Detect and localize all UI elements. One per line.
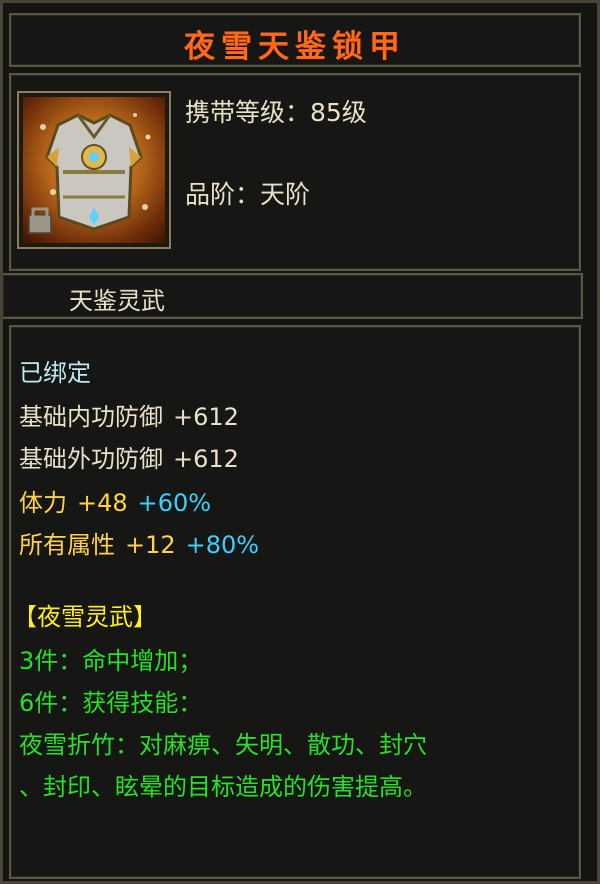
item-info-panel: 携带等级：85级 品阶：天阶 (9, 73, 581, 271)
item-grade: 品阶：天阶 (185, 180, 311, 209)
stat-external-defense: 基础外功防御 +612 (19, 439, 249, 474)
stat-value: +612 (173, 403, 239, 431)
set-bonus-3: 3件：命中增加； (19, 647, 203, 675)
set-header: 天鉴灵武 (69, 287, 165, 315)
skill-description-line2: 、封印、眩晕的目标造成的伤害提高。 (19, 773, 427, 801)
stat-stamina: 体力 +48 +60% (19, 483, 221, 518)
item-tooltip: 夜雪天鉴锁甲 携带等级：85级 品阶：天阶 天鉴灵武 已绑定 基础内功防御 +6… (0, 0, 600, 884)
armor-icon (23, 97, 165, 243)
stat-label: 基础内功防御 (19, 403, 163, 431)
stat-value: +612 (173, 445, 239, 473)
carry-level: 携带等级：85级 (185, 98, 367, 127)
title-bar: 夜雪天鉴锁甲 (9, 13, 581, 67)
attributes-panel: 已绑定 基础内功防御 +612 基础外功防御 +612 体力 +48 +60% 所有属性… (9, 325, 581, 879)
set-title: 【夜雪灵武】 (13, 603, 157, 631)
item-icon-frame[interactable] (17, 91, 171, 249)
stat-label: 体力 (19, 489, 67, 517)
stat-value: +12 (125, 531, 176, 559)
skill-description-line1: 夜雪折竹：对麻痹、失明、散功、封穴 (19, 731, 427, 759)
stat-all-attributes: 所有属性 +12 +80% (19, 525, 269, 560)
stat-label: 基础外功防御 (19, 445, 163, 473)
set-bonus-6: 6件：获得技能： (19, 689, 203, 717)
item-name: 夜雪天鉴锁甲 (184, 29, 406, 65)
stat-internal-defense: 基础内功防御 +612 (19, 397, 249, 432)
stat-percent: +80% (185, 531, 260, 559)
set-header-bar: 天鉴灵武 (3, 273, 583, 319)
stat-percent: +60% (137, 489, 212, 517)
stat-label: 所有属性 (19, 531, 115, 559)
stat-value: +48 (77, 489, 128, 517)
bound-status: 已绑定 (19, 359, 91, 387)
